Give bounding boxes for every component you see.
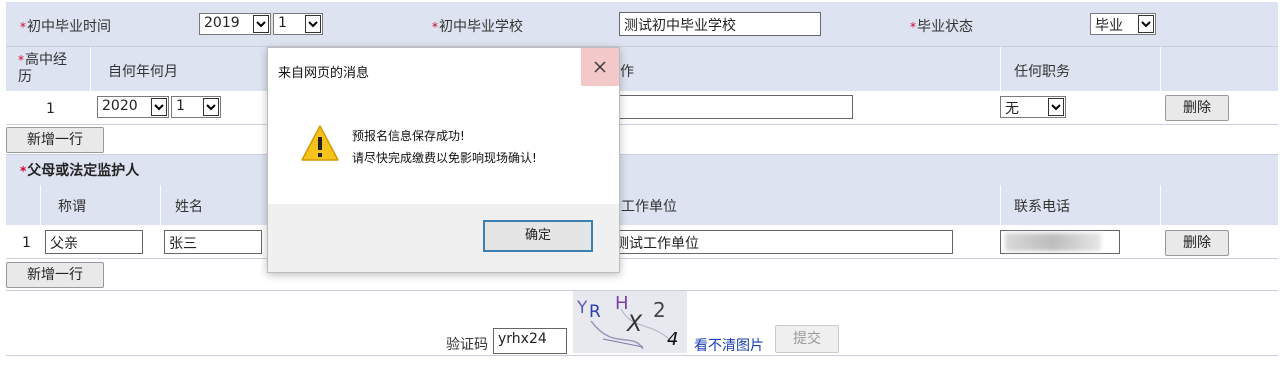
required-mark: * [20,20,26,34]
jhs-time-label: *初中毕业时间 [20,19,111,35]
hs-col-from: 自何年何月 [108,64,178,80]
hs-col-position: 任何职务 [1014,64,1070,80]
dialog-footer: 确定 [268,204,619,272]
guardian-unit-input[interactable]: 测试工作单位 [610,230,953,254]
captcha-label: 验证码 [446,337,488,353]
column-divider [40,185,41,225]
dialog-title: 来自网页的消息 [278,66,370,81]
svg-text:4: 4 [667,329,678,350]
jhs-year-select[interactable]: 2019 [199,13,271,35]
hs-add-row-button[interactable]: 新增一行 [6,127,104,153]
guardian-phone-input[interactable] [1000,230,1120,254]
hs-section-label: *高中经 历 [18,52,67,85]
grad-status-select[interactable]: 毕业 [1090,13,1156,35]
svg-text:2: 2 [653,298,666,322]
hs-unit-input[interactable]: J [610,95,853,119]
guardian-row-index: 1 [22,235,31,251]
dialog-message-line2: 请尽快完成缴费以免影响现场确认! [352,151,537,165]
divider [6,258,1278,259]
guardian-delete-button[interactable]: 删除 [1165,230,1229,256]
column-divider [160,185,161,225]
required-mark: * [18,53,24,67]
svg-text:Y: Y [576,298,588,318]
column-divider [1160,47,1161,91]
grad-status-label: *毕业状态 [910,19,973,35]
jhs-month-select[interactable]: 1 [273,13,323,35]
guardian-col-name: 姓名 [175,199,203,215]
required-mark: * [432,20,438,34]
column-divider [1000,47,1001,91]
guardian-section-label: *父母或法定监护人 [20,163,140,179]
chevron-down-icon [203,98,219,116]
dialog-close-button[interactable] [581,48,619,86]
message-dialog[interactable]: 来自网页的消息 预报名信息保存成功! 请尽快完成缴费以免影响现场确认! 确定 [267,47,620,273]
chevron-down-icon [305,15,321,33]
submit-button[interactable]: 提交 [775,325,839,353]
hs-month-select[interactable]: 1 [171,96,221,118]
hs-col-work: 作 [620,64,634,80]
guardian-section-band [6,155,1278,185]
chevron-down-icon [151,98,167,116]
redacted-phone [1005,233,1101,251]
captcha-refresh-link[interactable]: 看不清图片 [694,335,764,355]
required-mark: * [910,20,916,34]
chevron-down-icon [253,15,269,33]
close-icon [594,61,606,73]
divider [6,154,1278,155]
hs-year-select[interactable]: 2020 [97,96,169,118]
chevron-down-icon [1138,15,1154,33]
svg-text:H: H [615,293,629,314]
guardian-col-phone: 联系电话 [1014,199,1070,215]
hs-position-select[interactable]: 无 [1000,96,1066,118]
guardian-name-input[interactable]: 张三 [164,230,262,254]
captcha-input[interactable]: yrhx24 [493,328,567,354]
divider [6,124,1278,125]
svg-text:R: R [589,302,601,322]
guardian-relation-input[interactable]: 父亲 [45,230,143,254]
dialog-ok-button[interactable]: 确定 [483,220,593,252]
guardian-col-relation: 称谓 [58,199,86,215]
column-divider [90,47,91,91]
warning-icon [300,124,340,166]
divider [6,46,1278,47]
captcha-image[interactable]: Y R H X 2 4 [573,291,687,353]
dialog-message-line1: 预报名信息保存成功! [352,129,465,143]
chevron-down-icon [1048,98,1064,116]
guardian-add-row-button[interactable]: 新增一行 [6,262,104,288]
hs-delete-button[interactable]: 删除 [1165,95,1229,121]
jhs-school-label: *初中毕业学校 [432,19,523,35]
required-mark: * [20,164,27,178]
column-divider [1000,185,1001,225]
jhs-school-input[interactable]: 测试初中毕业学校 [619,12,821,36]
svg-text:X: X [626,312,643,337]
hs-row-index: 1 [46,101,55,117]
guardian-col-unit: 工作单位 [621,199,677,215]
hs-header-band [6,47,1278,91]
divider [6,355,1278,356]
column-divider [1160,185,1161,225]
